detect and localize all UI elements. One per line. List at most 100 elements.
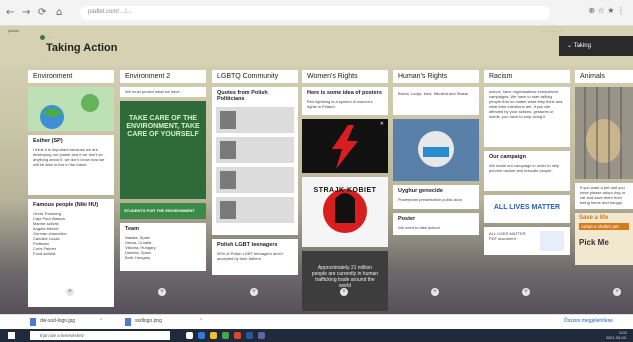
panel-label: Taking bbox=[573, 43, 591, 49]
chevron-up-icon[interactable]: ^ bbox=[100, 318, 102, 324]
back-arrow-icon[interactable]: ← bbox=[6, 7, 14, 18]
post-card-caption[interactable]: Uyghur genocide Powerpoint presentation … bbox=[393, 185, 479, 209]
post-text: Bruna, Lucija, Irina, Nikolina and Stasi… bbox=[398, 91, 468, 96]
image-file-icon bbox=[125, 318, 131, 326]
address-bar[interactable]: padlet.com/…/… bbox=[80, 6, 550, 20]
post-card[interactable]: school, have organisations everywhere, c… bbox=[484, 87, 570, 147]
add-post-button[interactable]: + bbox=[522, 288, 530, 296]
post-heading: Polish LGBT teenagers bbox=[217, 242, 278, 248]
browser-extension-icons[interactable]: ⊕ ☆ ★ ⋮ bbox=[588, 6, 625, 15]
uyghur-image-card[interactable] bbox=[393, 119, 479, 181]
post-heading: Quotes from Polish Politicians bbox=[217, 90, 268, 102]
column-womens-rights: Women's Rights Here is some idea of post… bbox=[302, 70, 388, 314]
office-icon[interactable] bbox=[234, 332, 241, 339]
post-image-card[interactable] bbox=[28, 87, 114, 131]
browser-toolbar: ← → ⟳ ⌂ padlet.com/…/… ⊕ ☆ ★ ⋮ bbox=[0, 0, 633, 26]
all-lives-poster[interactable]: ALL LIVES MATTER bbox=[484, 195, 570, 223]
download-item[interactable]: ssdlogo.png bbox=[135, 318, 162, 324]
add-post-button[interactable]: + bbox=[340, 288, 348, 296]
column-header[interactable]: Environment bbox=[28, 70, 114, 83]
dog-in-cage-image bbox=[575, 87, 633, 179]
post-card-teens[interactable]: Polish LGBT teenagers 30% of Polish LGBT… bbox=[212, 239, 298, 275]
padlet-header: padlet · · · Taking Action · · · · · · ·… bbox=[0, 26, 633, 66]
windows-taskbar: Írjon ide a kereséshez 9:02 2021.05.20. bbox=[0, 329, 633, 342]
download-item[interactable]: dw-ssd-logo.jpg bbox=[40, 318, 75, 324]
post-heading: Esther (SP) bbox=[33, 138, 63, 144]
politician-quotes-image bbox=[216, 107, 294, 223]
post-card-quotes[interactable]: Quotes from Polish Politicians bbox=[212, 87, 298, 235]
column-racism: Racism school, have organisations everyw… bbox=[484, 70, 570, 259]
post-text: school, have organisations everywhere, c… bbox=[489, 89, 563, 119]
teams-icon[interactable] bbox=[258, 332, 265, 339]
taskbar-clock[interactable]: 9:02 2021.05.20. bbox=[605, 330, 627, 340]
post-card[interactable]: We must protect what we have. bbox=[120, 87, 206, 97]
post-text: Powerpoint presentation public.docs bbox=[398, 197, 463, 202]
column-header[interactable]: Racism bbox=[484, 70, 570, 83]
reload-icon[interactable]: ⟳ bbox=[38, 7, 46, 18]
post-card[interactable]: If you want a pet and you have please ad… bbox=[575, 183, 633, 209]
home-icon[interactable]: ⌂ bbox=[56, 7, 62, 18]
column-header[interactable]: Animals bbox=[575, 70, 633, 83]
post-card-team[interactable]: Team Natalia, Spain Vesna, Croatia Vikto… bbox=[120, 223, 206, 271]
image-file-icon bbox=[30, 318, 36, 326]
download-bar: dw-ssd-logo.jpg ^ ssdlogo.png ^ Összes m… bbox=[0, 314, 633, 329]
trafficking-card[interactable]: Approximately 21 million people are curr… bbox=[302, 251, 388, 311]
clock-date: 2021.05.20. bbox=[605, 334, 627, 340]
file-explorer-icon[interactable] bbox=[210, 332, 217, 339]
close-icon[interactable]: ✕ bbox=[380, 121, 384, 127]
column-header[interactable]: Women's Rights bbox=[302, 70, 388, 83]
post-text: ALL LIVES MATTER PDF document bbox=[489, 231, 526, 241]
strajk-poster[interactable]: STRAJK KOBIET bbox=[302, 177, 388, 247]
add-post-button[interactable]: + bbox=[250, 288, 258, 296]
masked-face-image bbox=[393, 119, 479, 181]
post-heading: Poster bbox=[398, 216, 416, 222]
post-card-doc[interactable]: ALL LIVES MATTER PDF document bbox=[484, 227, 570, 255]
lightning-poster[interactable]: ✕ bbox=[302, 119, 388, 173]
show-all-downloads[interactable]: Összes megjelenítése bbox=[564, 318, 613, 324]
post-card-campaign[interactable]: Our campaign We made our campaign in ord… bbox=[484, 151, 570, 191]
column-header[interactable]: Environment 2 bbox=[120, 70, 206, 83]
author-avatar bbox=[40, 35, 45, 40]
column-environment: Environment Esther (SP) I think it is im… bbox=[28, 70, 114, 311]
strip-text: STUDENTS FOR THE ENVIRONMENT bbox=[124, 208, 195, 213]
chevron-down-icon: ⌄ bbox=[567, 43, 573, 49]
post-heading: Our campaign bbox=[489, 154, 526, 160]
chevron-up-icon[interactable]: ^ bbox=[200, 318, 202, 324]
poster-text: Save a life bbox=[579, 215, 609, 221]
column-header[interactable]: LGBTQ Community bbox=[212, 70, 298, 83]
edge-icon[interactable] bbox=[198, 332, 205, 339]
post-card-poster[interactable]: Poster We need to take action! bbox=[393, 213, 479, 235]
post-heading: Uyghur genocide bbox=[398, 188, 443, 194]
post-text: 30% of Polish LGBT teenagers aren't acce… bbox=[217, 251, 283, 261]
task-view-icon[interactable] bbox=[186, 332, 193, 339]
chrome-icon[interactable] bbox=[222, 332, 229, 339]
post-card[interactable]: Bruna, Lucija, Irina, Nikolina and Stasi… bbox=[393, 87, 479, 115]
windows-start-icon[interactable] bbox=[8, 332, 15, 339]
forward-arrow-icon[interactable]: → bbox=[22, 7, 30, 18]
post-strip-card[interactable]: STUDENTS FOR THE ENVIRONMENT bbox=[120, 203, 206, 219]
add-post-button[interactable]: + bbox=[158, 288, 166, 296]
column-humans-rights: Human's Rights Bruna, Lucija, Irina, Nik… bbox=[393, 70, 479, 239]
add-post-button[interactable]: + bbox=[431, 288, 439, 296]
add-post-button[interactable]: + bbox=[613, 288, 621, 296]
post-text: Approximately 21 million people are curr… bbox=[311, 265, 379, 289]
poster-text: ALL LIVES MATTER bbox=[493, 204, 561, 211]
post-card[interactable]: Esther (SP) I think it is important beca… bbox=[28, 135, 114, 195]
word-icon[interactable] bbox=[246, 332, 253, 339]
team-list: Natalia, Spain Vesna, Croatia Viktoria, … bbox=[120, 233, 206, 262]
adopt-poster[interactable]: Save a life Adopt a shelter pet Pick Me bbox=[575, 213, 633, 265]
dog-image-card[interactable] bbox=[575, 87, 633, 179]
side-panel[interactable]: ⌄ Taking bbox=[559, 36, 633, 56]
padlet-brand[interactable]: padlet bbox=[8, 28, 19, 33]
taskbar-search[interactable]: Írjon ide a kereséshez bbox=[30, 331, 170, 340]
add-post-button[interactable]: + bbox=[66, 288, 74, 296]
author-meta: · · · bbox=[48, 35, 55, 40]
poster-text: Pick Me bbox=[579, 238, 609, 247]
post-poster-card[interactable]: TAKE CARE OF THE ENVIRONMENT, TAKE CARE … bbox=[120, 101, 206, 199]
column-header[interactable]: Human's Rights bbox=[393, 70, 479, 83]
post-card[interactable]: Here is some idea of posters Red lightni… bbox=[302, 87, 388, 115]
poster-subtext: Adopt a shelter pet bbox=[579, 223, 629, 230]
post-text: We must protect what we have. bbox=[125, 89, 181, 94]
header-links[interactable]: · · · · · · · · · bbox=[539, 30, 561, 34]
column-environment-2: Environment 2 We must protect what we ha… bbox=[120, 70, 206, 275]
